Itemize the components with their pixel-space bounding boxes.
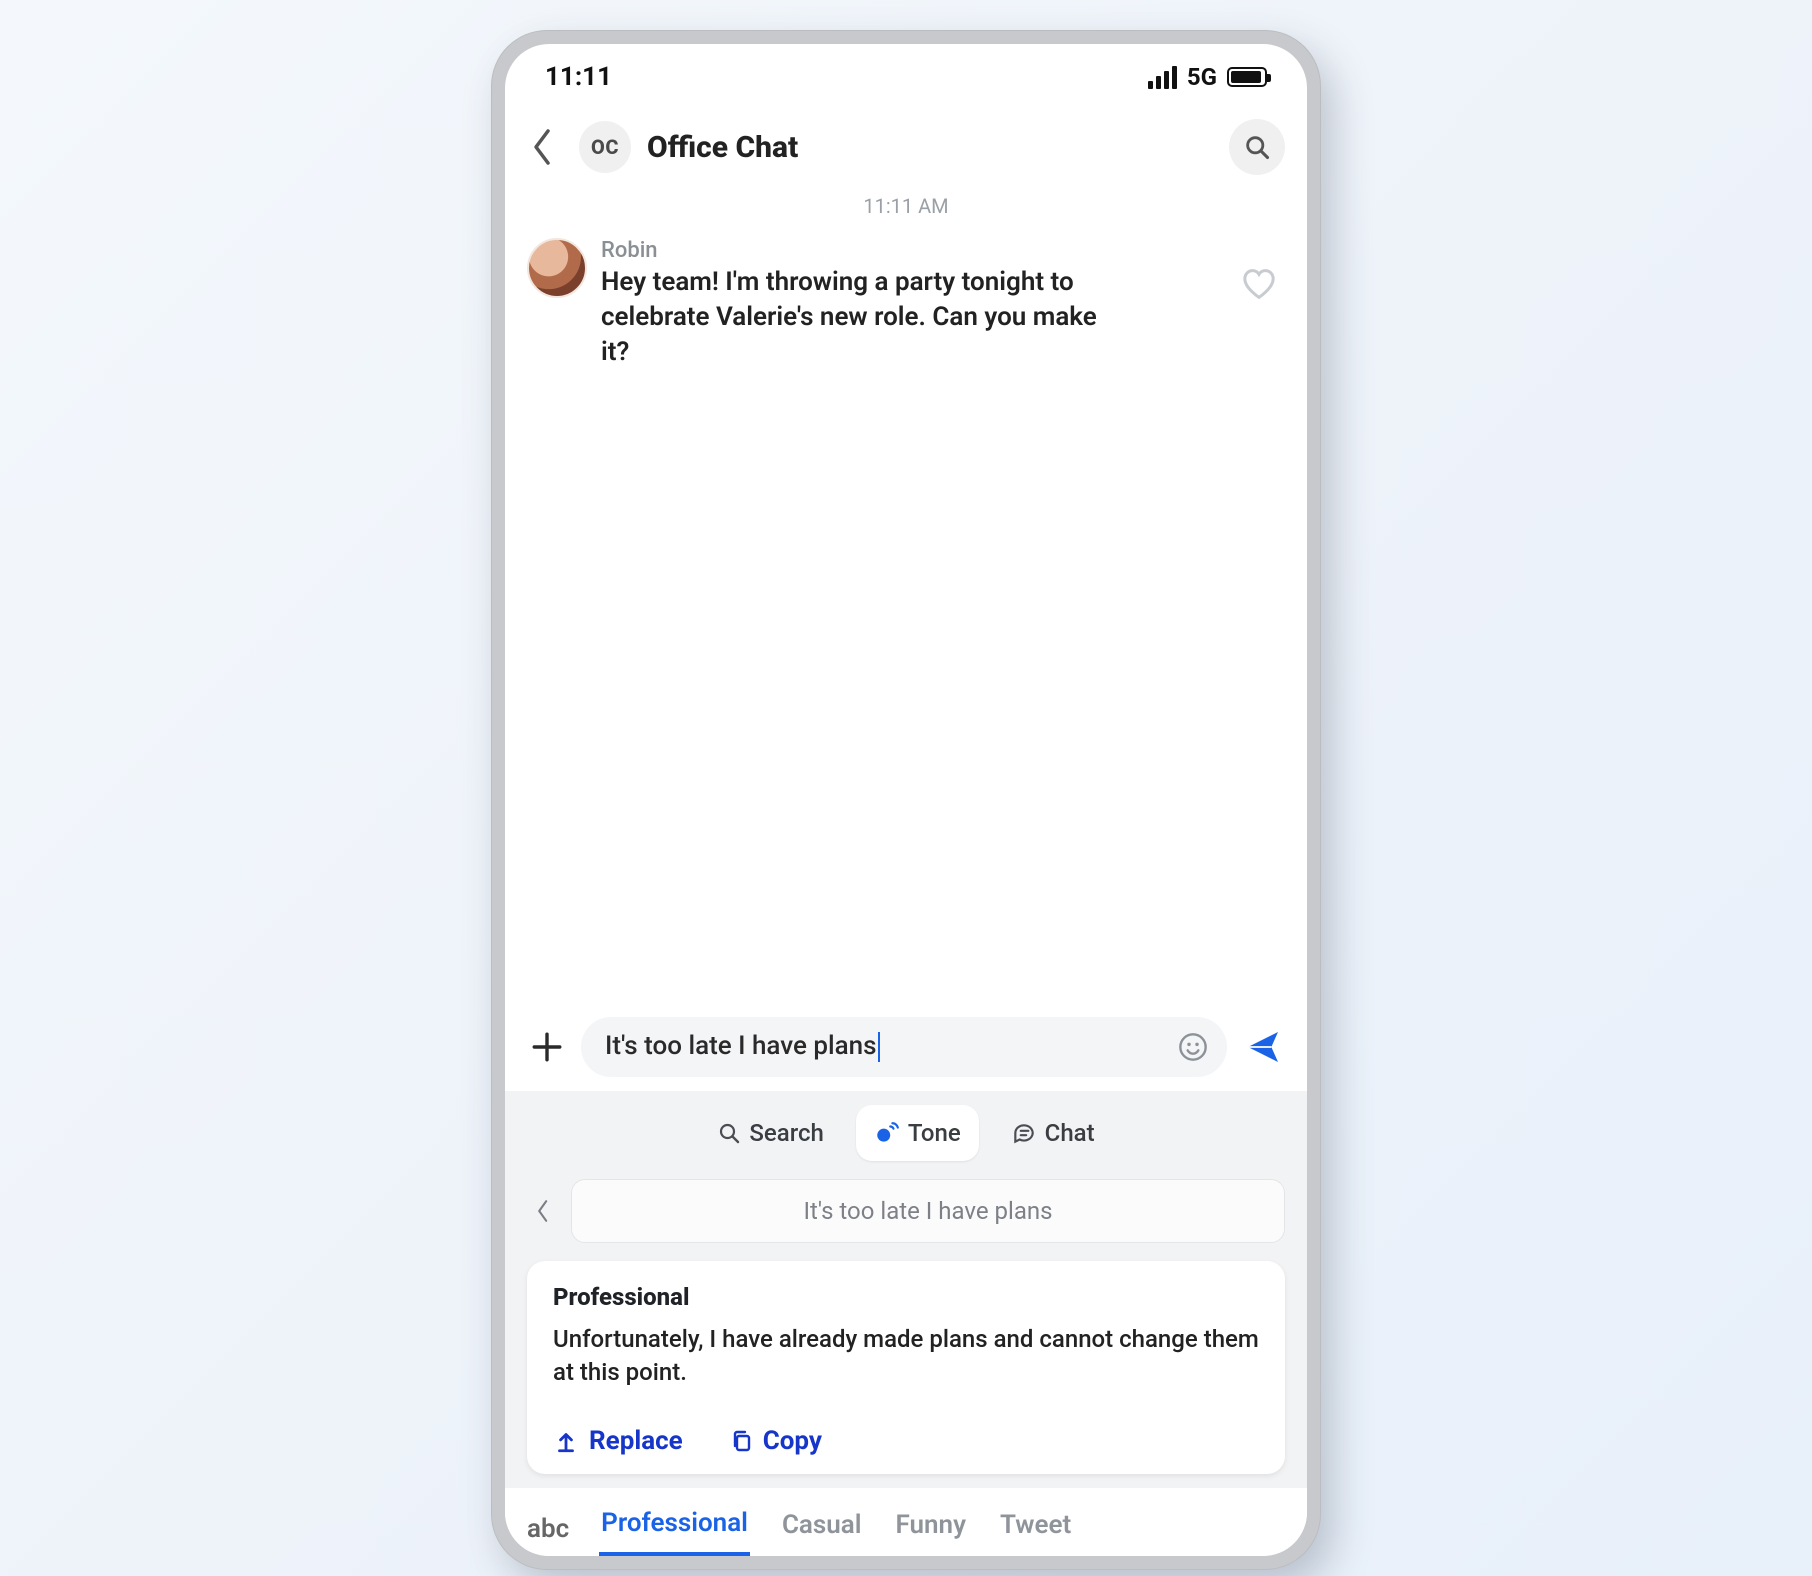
tone-tab-professional[interactable]: Professional: [599, 1502, 750, 1556]
battery-icon: [1227, 67, 1267, 87]
phone-frame: 11:11 5G OC Office Chat: [491, 30, 1321, 1570]
suggestion-body: Unfortunately, I have already made plans…: [553, 1323, 1259, 1390]
status-time: 11:11: [545, 62, 612, 92]
tool-chat[interactable]: Chat: [993, 1105, 1113, 1161]
sender-avatar[interactable]: [527, 238, 587, 298]
plus-icon: [530, 1030, 564, 1064]
message-input-text: It's too late I have plans: [605, 1031, 1167, 1062]
send-icon: [1243, 1027, 1283, 1067]
copy-label: Copy: [763, 1426, 822, 1456]
message-row: Robin Hey team! I'm throwing a party ton…: [505, 232, 1307, 370]
status-bar: 11:11 5G: [505, 44, 1307, 110]
replace-button[interactable]: Replace: [553, 1426, 683, 1456]
thread-timestamp: 11:11 AM: [505, 184, 1307, 232]
chat-title[interactable]: Office Chat: [647, 130, 798, 165]
copy-button[interactable]: Copy: [729, 1426, 822, 1456]
chat-avatar[interactable]: OC: [579, 121, 631, 173]
react-button[interactable]: [1239, 264, 1285, 310]
tool-label: Chat: [1045, 1119, 1095, 1147]
network-label: 5G: [1187, 63, 1217, 91]
tool-label: Tone: [908, 1119, 961, 1147]
search-icon: [1243, 133, 1271, 161]
tool-search[interactable]: Search: [699, 1105, 841, 1161]
tone-icon: [874, 1120, 900, 1146]
message-text: Hey team! I'm throwing a party tonight t…: [601, 265, 1121, 370]
screen: 11:11 5G OC Office Chat: [505, 44, 1307, 1556]
tone-suggestion-card: Professional Unfortunately, I have alrea…: [527, 1261, 1285, 1474]
tone-tabs: abc Professional Casual Funny Tweet: [505, 1488, 1307, 1556]
tone-source-text[interactable]: It's too late I have plans: [571, 1179, 1285, 1243]
replace-label: Replace: [589, 1426, 683, 1456]
tone-tab-tweet[interactable]: Tweet: [998, 1504, 1073, 1554]
signal-icon: [1148, 66, 1177, 89]
chevron-left-icon: [533, 1197, 551, 1225]
keyboard-toggle[interactable]: abc: [527, 1514, 569, 1544]
attach-button[interactable]: [527, 1027, 567, 1067]
tone-tab-funny[interactable]: Funny: [894, 1504, 968, 1554]
tone-back-button[interactable]: [527, 1197, 557, 1225]
sender-name: Robin: [601, 238, 1225, 263]
emoji-icon: [1177, 1031, 1209, 1063]
emoji-button[interactable]: [1177, 1031, 1209, 1063]
search-icon: [717, 1121, 741, 1145]
search-button[interactable]: [1229, 119, 1285, 175]
heart-icon: [1239, 264, 1279, 304]
chevron-left-icon: [529, 127, 555, 167]
back-button[interactable]: [515, 120, 569, 174]
tool-tone[interactable]: Tone: [856, 1105, 979, 1161]
chat-header: OC Office Chat: [505, 110, 1307, 184]
send-button[interactable]: [1241, 1025, 1285, 1069]
tool-label: Search: [749, 1119, 823, 1147]
tone-tab-casual[interactable]: Casual: [780, 1504, 864, 1554]
chat-icon: [1011, 1120, 1037, 1146]
message-input[interactable]: It's too late I have plans: [581, 1017, 1227, 1077]
replace-icon: [553, 1428, 579, 1454]
compose-bar: It's too late I have plans: [505, 1003, 1307, 1091]
assist-toolbar: Search Tone Chat: [505, 1091, 1307, 1179]
tone-input-echo: It's too late I have plans: [505, 1179, 1307, 1261]
copy-icon: [729, 1428, 753, 1454]
suggestion-title: Professional: [553, 1283, 1259, 1311]
